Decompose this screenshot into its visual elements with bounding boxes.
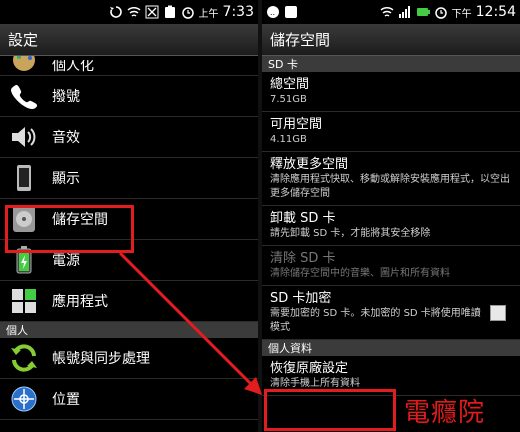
- total-space-value: 7.51GB: [270, 94, 307, 105]
- page-title: 設定: [0, 24, 258, 56]
- clock: 7:33: [222, 4, 254, 20]
- available-space-title: 可用空間: [270, 117, 323, 132]
- total-space-title: 總空間: [270, 77, 310, 92]
- speaker-icon: [8, 121, 40, 153]
- status-bar: 上午 7:33: [0, 0, 258, 24]
- menu-item-label: 顯示: [52, 171, 80, 187]
- watermark-text: 電癮院: [404, 398, 486, 428]
- ampm-label: 下午: [451, 8, 472, 20]
- menu-item-label: 應用程式: [52, 294, 108, 310]
- unmount-sd-title: 卸載 SD 卡: [270, 211, 336, 226]
- phone-icon: [8, 80, 40, 112]
- svg-text:..: ..: [270, 8, 275, 17]
- alarm-icon: [181, 5, 195, 19]
- erase-sd-desc: 清除儲存空間中的音樂、圖片和所有資料: [270, 268, 450, 279]
- menu-item-label: 帳號與同步處理: [52, 351, 150, 367]
- chat-icon: ..: [266, 5, 280, 19]
- storage-screen: .. 下午 12:54 儲存空間 SD 卡 總空間 7.51GB 可用空間 4.…: [262, 0, 520, 432]
- factory-reset-highlight-box: [264, 389, 396, 431]
- erase-sd-title: 清除 SD 卡: [270, 251, 336, 266]
- display-icon: [8, 162, 40, 194]
- available-space-value: 4.11GB: [270, 134, 307, 145]
- unmount-sd-desc: 請先卸載 SD 卡，才能將其安全移除: [270, 228, 431, 239]
- menu-item-personalize[interactable]: 個人化: [0, 56, 258, 76]
- battery-status-icon: [163, 5, 177, 19]
- menu-item-accounts-sync[interactable]: 帳號與同步處理: [0, 338, 258, 379]
- location-icon: [8, 383, 40, 415]
- signal-icon: [398, 5, 412, 19]
- menu-item-label: 電源: [52, 253, 80, 269]
- available-space-item: 可用空間 4.11GB: [262, 112, 520, 152]
- sd-encryption-checkbox[interactable]: [490, 304, 506, 321]
- menu-item-sound[interactable]: 音效: [0, 117, 258, 158]
- apps-icon: [8, 285, 40, 317]
- ampm-label: 上午: [198, 8, 219, 20]
- erase-sd-item: 清除 SD 卡 清除儲存空間中的音樂、圖片和所有資料: [262, 246, 520, 286]
- status-bar: .. 下午 12:54: [262, 0, 520, 24]
- wifi-icon: [380, 5, 394, 19]
- menu-item-label: 位置: [52, 392, 80, 408]
- personalize-icon: [8, 56, 40, 72]
- page-title: 儲存空間: [262, 24, 520, 56]
- clock: 12:54: [475, 4, 516, 20]
- menu-item-label: 個人化: [52, 60, 94, 72]
- notification-app-icon: [284, 5, 298, 19]
- section-header-personal-data: 個人資料: [262, 340, 520, 356]
- storage-highlight-box: [5, 205, 134, 253]
- menu-item-label: 撥號: [52, 89, 80, 105]
- sd-encryption-desc: 需要加密的 SD 卡。未加密的 SD 卡將使用唯讀模式: [270, 308, 481, 333]
- menu-item-display[interactable]: 顯示: [0, 158, 258, 199]
- battery-status-icon: [416, 5, 430, 19]
- total-space-item: 總空間 7.51GB: [262, 72, 520, 112]
- menu-item-location[interactable]: 位置: [0, 379, 258, 420]
- sd-encryption-title: SD 卡加密: [270, 291, 332, 306]
- free-up-space-title: 釋放更多空間: [270, 157, 349, 172]
- no-signal-icon: [145, 5, 159, 19]
- menu-item-phone[interactable]: 撥號: [0, 76, 258, 117]
- sync-icon: [8, 342, 40, 374]
- sync-status-icon: [109, 5, 123, 19]
- free-up-space-desc: 清除應用程式快取、移動或解除安裝應用程式，以空出更多儲存空間: [270, 174, 510, 199]
- section-header-personal: 個人: [0, 322, 258, 338]
- menu-item-label: 音效: [52, 130, 80, 146]
- unmount-sd-item[interactable]: 卸載 SD 卡 請先卸載 SD 卡，才能將其安全移除: [262, 206, 520, 246]
- wifi-icon: [127, 5, 141, 19]
- sd-encryption-item[interactable]: SD 卡加密 需要加密的 SD 卡。未加密的 SD 卡將使用唯讀模式: [262, 286, 520, 340]
- free-up-space-item[interactable]: 釋放更多空間 清除應用程式快取、移動或解除安裝應用程式，以空出更多儲存空間: [262, 152, 520, 206]
- section-header-sd-card: SD 卡: [262, 56, 520, 72]
- alarm-icon: [434, 5, 448, 19]
- menu-item-apps[interactable]: 應用程式: [0, 281, 258, 322]
- factory-reset-title: 恢復原廠設定: [270, 361, 349, 376]
